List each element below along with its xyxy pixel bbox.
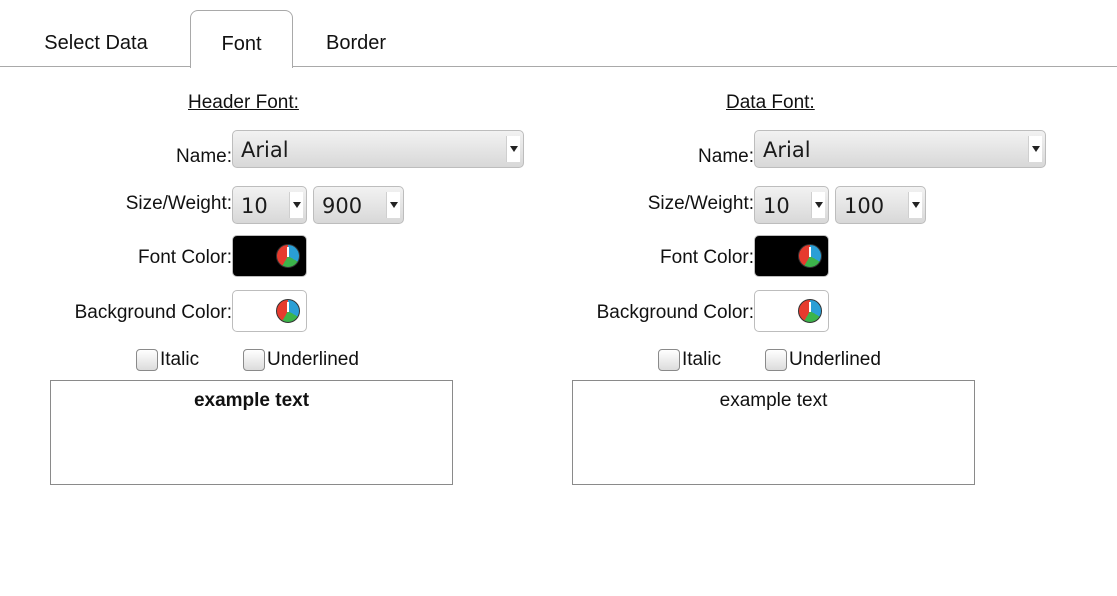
data-font-color-picker[interactable] [754,235,829,277]
header-font-name-value: Arial [241,138,289,162]
data-font-size-value: 10 [763,194,790,218]
header-font-size-select[interactable]: 10 [232,186,307,224]
data-italic-checkbox[interactable] [658,349,680,371]
chevron-down-icon [506,136,520,162]
color-wheel-icon [798,299,822,323]
header-font-title: Header Font: [188,92,299,113]
data-bg-color-label: Background Color: [596,302,754,323]
header-font-color-label: Font Color: [138,247,232,268]
data-font-name-select[interactable]: Arial [754,130,1046,168]
header-italic-label: Italic [160,349,200,370]
chevron-down-icon [908,192,922,218]
chevron-down-icon [289,192,303,218]
data-underlined-label: Underlined [789,349,881,370]
header-font-weight-select[interactable]: 900 [313,186,404,224]
header-name-label: Name: [176,146,232,167]
data-font-panel: Data Font: Name: Arial Size/Weight: 10 1… [522,68,1062,508]
color-wheel-icon [798,244,822,268]
chevron-down-icon [386,192,400,218]
color-wheel-icon [276,244,300,268]
chevron-down-icon [1028,136,1042,162]
tab-bar: Select Data Font Border [0,0,1117,68]
tab-border[interactable]: Border [300,10,412,67]
header-bg-color-picker[interactable] [232,290,307,332]
data-font-color-label: Font Color: [660,247,754,268]
header-example-box: example text [50,380,453,485]
header-font-color-picker[interactable] [232,235,307,277]
data-font-size-select[interactable]: 10 [754,186,829,224]
header-example-text: example text [193,390,310,411]
header-size-weight-label: Size/Weight: [125,193,232,214]
header-bg-color-label: Background Color: [74,302,232,323]
tab-font[interactable]: Font [190,10,293,68]
header-font-name-select[interactable]: Arial [232,130,524,168]
header-italic-checkbox[interactable] [136,349,158,371]
header-font-size-value: 10 [241,194,268,218]
color-wheel-icon [276,299,300,323]
data-size-weight-label: Size/Weight: [647,193,754,214]
tab-select-data[interactable]: Select Data [12,10,180,67]
data-underlined-checkbox[interactable] [765,349,787,371]
data-bg-color-picker[interactable] [754,290,829,332]
header-underlined-checkbox[interactable] [243,349,265,371]
data-font-weight-value: 100 [844,194,885,218]
header-font-weight-value: 900 [322,194,363,218]
data-font-title: Data Font: [726,92,815,113]
header-underlined-label: Underlined [267,349,359,370]
data-font-name-value: Arial [763,138,811,162]
header-font-panel: Header Font: Name: Arial Size/Weight: 10… [0,68,540,508]
data-example-text: example text [719,390,828,411]
chevron-down-icon [811,192,825,218]
data-example-box: example text [572,380,975,485]
data-italic-label: Italic [682,349,722,370]
data-name-label: Name: [698,146,754,167]
data-font-weight-select[interactable]: 100 [835,186,926,224]
